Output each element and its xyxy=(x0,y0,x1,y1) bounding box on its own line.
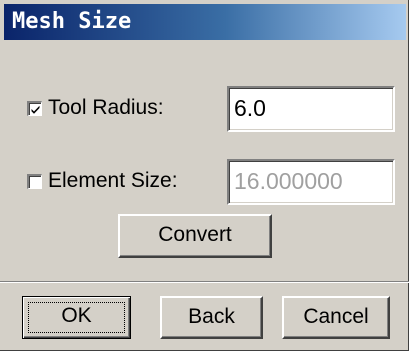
mesh-size-dialog: Mesh Size Tool Radius: 6.0 Element Size:… xyxy=(0,0,409,351)
element-size-input: 16.000000 xyxy=(227,159,395,205)
title-bar[interactable]: Mesh Size xyxy=(4,4,406,40)
cancel-button[interactable]: Cancel xyxy=(282,296,390,339)
focus-rect xyxy=(28,302,125,333)
ok-button[interactable]: OK xyxy=(22,296,131,339)
convert-button[interactable]: Convert xyxy=(118,214,272,258)
tool-radius-input[interactable]: 6.0 xyxy=(227,86,395,132)
checkmark-icon xyxy=(31,105,40,114)
element-size-checkbox[interactable] xyxy=(27,174,42,189)
element-size-row: Element Size: 16.000000 xyxy=(10,159,398,205)
back-button[interactable]: Back xyxy=(160,296,263,339)
button-separator-highlight xyxy=(0,282,409,283)
tool-radius-label[interactable]: Tool Radius: xyxy=(48,95,164,121)
dialog-title: Mesh Size xyxy=(12,9,132,34)
tool-radius-checkbox[interactable] xyxy=(27,101,42,116)
element-size-label[interactable]: Element Size: xyxy=(48,168,178,194)
tool-radius-row: Tool Radius: 6.0 xyxy=(10,86,398,132)
